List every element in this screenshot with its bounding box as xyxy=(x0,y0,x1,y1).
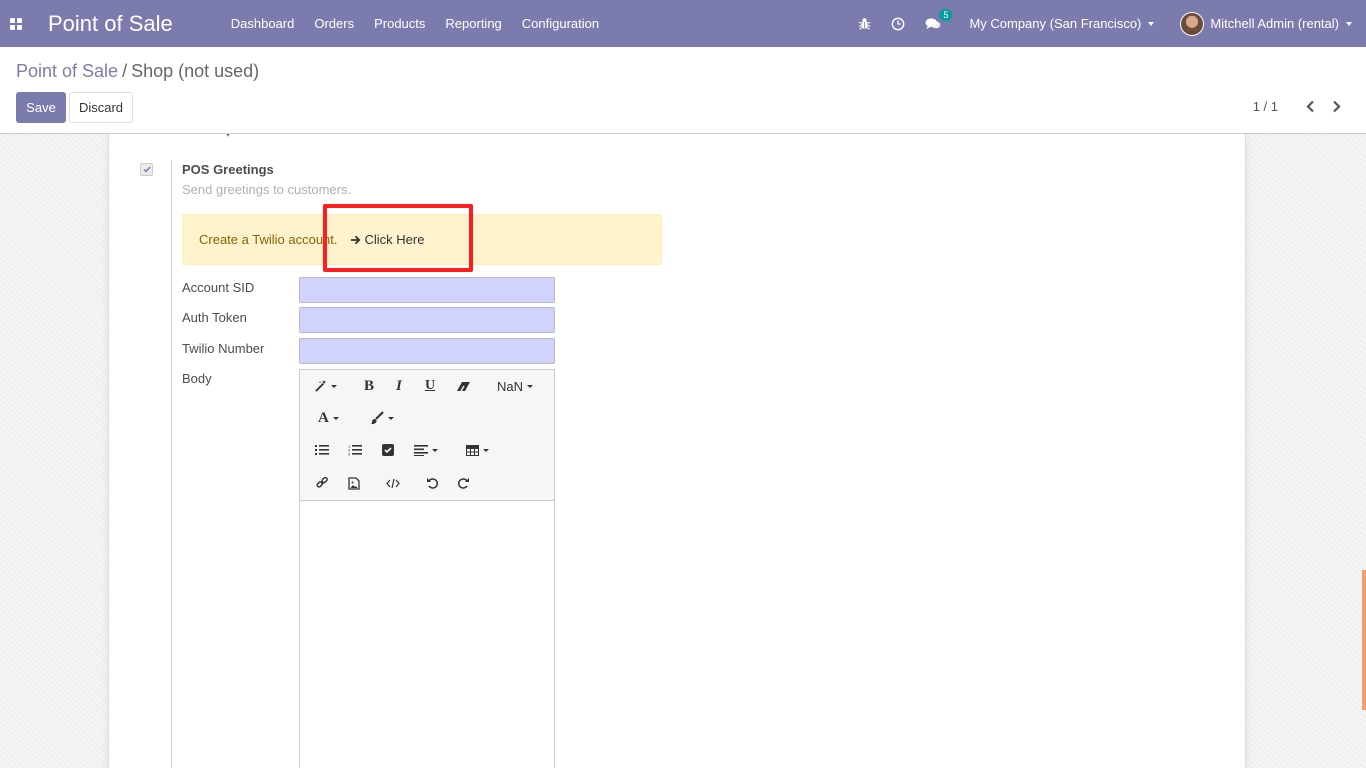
checklist-icon[interactable] xyxy=(382,440,394,460)
activity-clock-icon[interactable] xyxy=(891,17,905,31)
bold-icon[interactable]: B xyxy=(364,376,374,396)
arrow-right-icon xyxy=(350,235,360,244)
menu-products[interactable]: Products xyxy=(364,16,435,31)
company-switcher[interactable]: My Company (San Francisco) xyxy=(969,16,1155,31)
menu-configuration[interactable]: Configuration xyxy=(512,16,609,31)
undo-icon[interactable] xyxy=(426,473,439,493)
form-sheet: ━━━━ ▾ POS Greetings Send greetings to c… xyxy=(108,134,1246,768)
link-icon[interactable] xyxy=(316,473,329,493)
chevron-down-icon xyxy=(1148,21,1155,26)
setting-divider xyxy=(171,160,172,768)
table-icon[interactable] xyxy=(466,440,489,460)
save-button[interactable]: Save xyxy=(16,92,66,123)
user-name: Mitchell Admin (rental) xyxy=(1210,16,1339,31)
image-icon[interactable] xyxy=(348,473,360,493)
alert-text: Create a Twilio account. xyxy=(199,232,338,247)
font-size-dropdown[interactable]: NaN xyxy=(497,376,534,396)
setting-title: POS Greetings xyxy=(182,162,274,177)
account-sid-label: Account SID xyxy=(182,280,255,295)
menu-orders[interactable]: Orders xyxy=(304,16,364,31)
auth-token-label: Auth Token xyxy=(182,310,247,325)
company-name: My Company (San Francisco) xyxy=(969,16,1142,31)
pos-greetings-checkbox[interactable] xyxy=(140,163,153,176)
control-panel: Point of Sale / Shop (not used) Save Disca… xyxy=(0,47,1366,134)
breadcrumb-parent[interactable]: Point of Sale xyxy=(16,61,118,81)
menu-reporting[interactable]: Reporting xyxy=(435,16,511,31)
setting-description: Send greetings to customers. xyxy=(182,182,352,197)
breadcrumb: Point of Sale / Shop (not used) xyxy=(16,61,259,82)
form-content: ━━━━ ▾ POS Greetings Send greetings to c… xyxy=(0,134,1366,768)
ordered-list-icon[interactable]: 123 xyxy=(348,440,362,460)
code-view-icon[interactable] xyxy=(386,473,400,493)
paint-brush-icon[interactable] xyxy=(370,408,394,428)
unordered-list-icon[interactable] xyxy=(315,440,329,460)
editor-toolbar: B I U NaN A 123 xyxy=(300,370,554,501)
pager: 1 / 1 xyxy=(1253,99,1342,114)
click-here-label: Click Here xyxy=(364,232,425,247)
underline-icon[interactable]: U xyxy=(425,376,435,396)
body-editor-area[interactable] xyxy=(300,501,554,768)
click-here-link[interactable]: Click Here xyxy=(350,232,425,247)
redo-icon[interactable] xyxy=(457,473,470,493)
avatar xyxy=(1180,11,1205,36)
menu-dashboard[interactable]: Dashboard xyxy=(221,16,305,31)
twilio-alert: Create a Twilio account. Click Here xyxy=(182,214,662,265)
scrollbar[interactable] xyxy=(1362,570,1366,710)
discard-button[interactable]: Discard xyxy=(69,92,133,123)
user-menu[interactable]: Mitchell Admin (rental) xyxy=(1180,11,1352,36)
body-html-editor: B I U NaN A 123 xyxy=(299,369,555,768)
eraser-icon[interactable] xyxy=(456,376,471,396)
align-paragraph-icon[interactable] xyxy=(414,440,438,460)
pager-value[interactable]: 1 / 1 xyxy=(1253,99,1278,114)
font-color-icon[interactable]: A xyxy=(318,408,339,428)
breadcrumb-separator: / xyxy=(122,61,128,81)
magic-wand-style-icon[interactable] xyxy=(314,376,337,396)
breadcrumb-current: Shop (not used) xyxy=(131,61,260,81)
apps-menu-icon[interactable] xyxy=(10,17,22,30)
debug-bug-icon[interactable] xyxy=(858,17,871,30)
chevron-down-icon xyxy=(1346,21,1352,26)
app-title[interactable]: Point of Sale xyxy=(48,11,173,37)
pager-next-icon[interactable] xyxy=(1330,100,1342,114)
section-heading-peek: ━━━━ ▾ xyxy=(181,134,271,138)
pager-previous-icon[interactable] xyxy=(1304,100,1316,114)
body-label: Body xyxy=(182,371,212,386)
twilio-number-label: Twilio Number xyxy=(182,341,265,356)
account-sid-input[interactable] xyxy=(299,277,555,303)
svg-text:3: 3 xyxy=(348,452,351,457)
messages-count-badge: 5 xyxy=(939,8,953,21)
auth-token-input[interactable] xyxy=(299,307,555,333)
navbar-right: 5 My Company (San Francisco) Mitchell Ad… xyxy=(848,0,1366,47)
top-navbar: Point of Sale Dashboard Orders Products … xyxy=(0,0,1366,47)
twilio-number-input[interactable] xyxy=(299,338,555,364)
messages-chat-icon[interactable]: 5 xyxy=(925,8,953,31)
main-menu: Dashboard Orders Products Reporting Conf… xyxy=(221,16,609,31)
font-size-value: NaN xyxy=(497,378,524,394)
italic-icon[interactable]: I xyxy=(396,376,402,396)
